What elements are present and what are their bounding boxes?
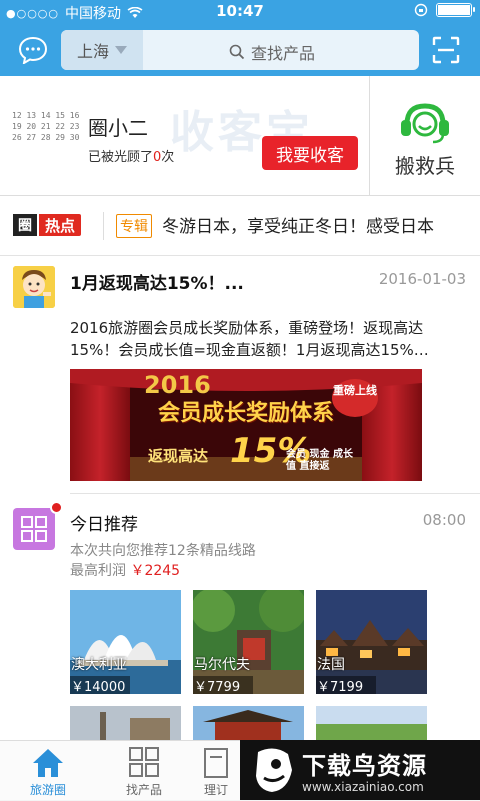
city-selector[interactable]: 上海 [61,30,143,70]
divider [70,493,480,494]
post-title[interactable]: 1月返现高达15%！... [70,269,244,294]
route-tile[interactable] [193,706,304,740]
headset-icon [401,103,449,144]
avatar [13,266,55,308]
route-tile-maldives[interactable]: 马尔代夫 ￥7799 [193,590,304,694]
route-image [70,706,181,740]
hot-logo-box: 圈 [13,214,37,236]
profit-label: 最高利润 [70,563,126,579]
calendar-row: 26 27 28 29 30 [12,133,80,142]
tile-price: ￥7799 [193,676,253,694]
route-tile[interactable] [316,706,427,740]
calendar-row: 12 13 14 15 16 [12,111,80,120]
search-placeholder: 查找产品 [251,44,316,63]
calendar-row: 19 20 21 22 23 [12,122,80,131]
tab-travel-circle[interactable]: 旅游圈 [0,741,96,801]
route-tile[interactable] [70,706,181,740]
max-profit: 最高利润 ￥2245 [70,560,180,580]
post-title[interactable]: 今日推荐 [70,510,138,535]
tile-price: ￥7199 [316,676,376,694]
unread-dot [50,501,63,514]
album-tag: 专辑 [116,214,152,238]
download-site-watermark: 下载鸟资源 www.xiazainiao.com [240,740,480,800]
status-bar: ●○○○○ 中国移动 10:47 [0,0,480,24]
visit-suffix: 次 [161,150,175,165]
post-body[interactable]: 2016旅游圈会员成长奖励体系，重磅登场！返现高达15%！会员成长值=现金直返额… [70,317,466,361]
tab-label: 找产品 [125,783,162,797]
visit-prefix: 已被光顾了 [88,150,154,165]
banner-cashback: 返现高达 [148,447,209,465]
feed: 1月返现高达15%！... 2016-01-03 2016旅游圈会员成长奖励体系… [0,256,480,740]
battery-icon [436,3,475,17]
post-date: 2016-01-03 [378,270,466,288]
banner-subtext: 会员 现金 成长值 直接返 [286,449,353,472]
city-label: 上海 [76,42,109,61]
tile-label: 马尔代夫 [194,657,250,673]
promo-banner-image[interactable]: 2016 会员成长奖励体系 返现高达 15% 重磅上线 会员 现金 成长值 直接… [70,369,422,481]
helper-label: 搬救兵 [395,154,455,178]
profile-card: 12 13 14 15 16 19 20 21 22 23 26 27 28 2… [0,76,480,196]
profile-name: 圈小二 [88,116,148,140]
tab-label: 旅游圈 [29,783,66,797]
rotation-lock-icon [414,3,428,17]
scan-icon[interactable] [432,36,460,64]
tile-label: 澳大利亚 [71,657,127,673]
calendar-icon: 12 13 14 15 16 19 20 21 22 23 26 27 28 2… [12,110,80,166]
promo-title: 下载鸟资源 [302,752,427,780]
news-headline[interactable]: 冬游日本，享受纯正冬日！感受日本 [162,212,480,237]
hot-logo-text: 热点 [39,214,82,236]
post-subtitle: 本次共向您推荐12条精品线路 [70,543,256,559]
grid-icon [129,747,159,777]
tab-label: 理订 [203,783,228,797]
profit-amount: ￥2245 [130,563,181,579]
tile-label: 法国 [317,657,345,673]
route-tile-france[interactable]: 法国 ￥7199 [316,590,427,694]
chat-bubble-icon[interactable] [18,36,48,64]
home-icon [33,749,63,777]
search-bar[interactable]: 上海 查找产品 [61,30,419,70]
hot-news-logo: 圈 热点 [13,214,82,236]
tab-find-products[interactable]: 找产品 [96,741,192,801]
search-icon [229,44,245,60]
helper-button[interactable]: 搬救兵 [370,76,480,196]
tile-price: ￥14000 [70,676,130,694]
document-icon [204,748,228,778]
visit-count: 已被光顾了0次 [88,146,174,165]
collect-customers-button[interactable]: 我要收客 [262,136,358,170]
tab-orders[interactable]: 理订 [192,741,240,801]
clock: 10:47 [216,2,264,20]
route-image [193,706,304,740]
hot-news-bar[interactable]: 圈 热点 专辑 冬游日本，享受纯正冬日！感受日本 [0,196,480,256]
search-input[interactable]: 查找产品 [229,40,315,64]
banner-badge: 重磅上线 [332,379,378,417]
caret-down-icon [115,46,127,54]
post-time: 08:00 [422,511,466,529]
promo-url: www.xiazainiao.com [302,780,424,794]
divider [103,212,104,240]
banner-headline: 会员成长奖励体系 [158,401,335,426]
route-image [316,706,427,740]
avatar-cartoon-icon [13,266,55,308]
route-tile-australia[interactable]: 澳大利亚 ￥14000 [70,590,181,694]
bird-logo-icon [256,748,292,792]
top-navbar: 上海 查找产品 [0,24,480,76]
recommend-grid-icon [13,508,55,550]
